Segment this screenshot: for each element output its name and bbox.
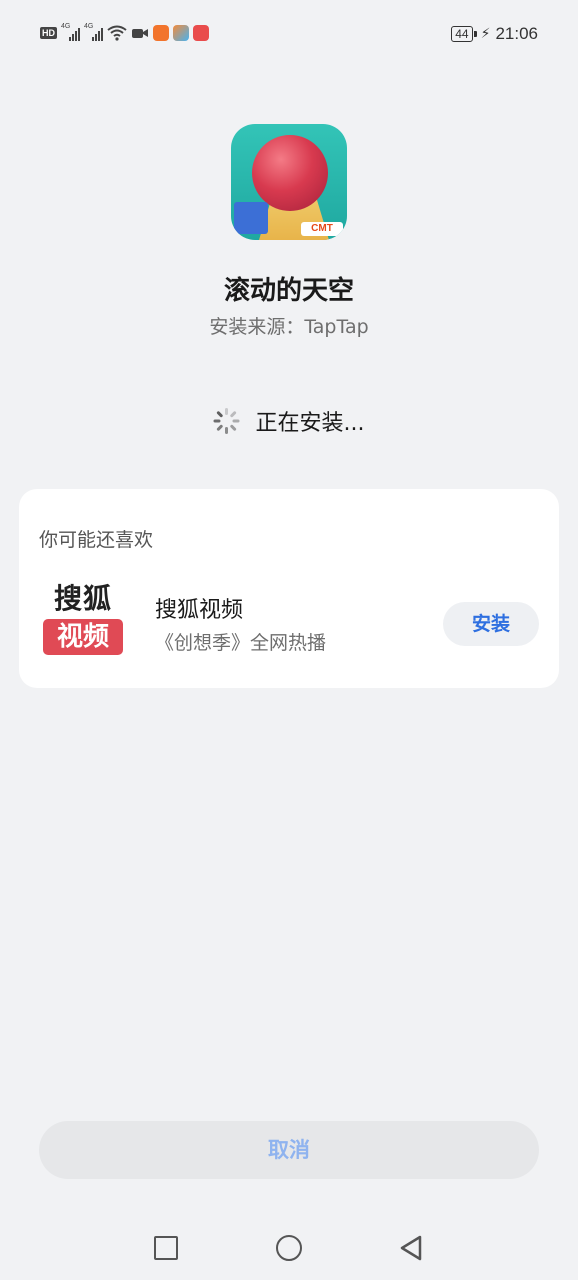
recent-apps-button-icon[interactable] xyxy=(154,1236,178,1260)
spinner-tick xyxy=(229,410,237,418)
loading-spinner-icon xyxy=(213,408,240,434)
spinner-tick xyxy=(213,419,220,423)
recommended-app-description: 《创想季》全网热播 xyxy=(155,632,327,654)
app-icon-badge xyxy=(234,202,268,234)
spinner-tick xyxy=(232,419,239,423)
notification-app-icon-3 xyxy=(193,25,209,41)
navigation-bar xyxy=(0,1220,578,1280)
signal-icon-2: 4G xyxy=(84,23,103,41)
battery-icon: 44 xyxy=(451,26,478,42)
sohu-icon-bottom-text: 视频 xyxy=(43,619,123,655)
hd-icon: HD xyxy=(40,27,57,39)
install-progress: 正在安装... xyxy=(0,405,578,437)
recommendation-card: 你可能还喜欢 搜狐 视频 搜狐视频 《创想季》全网热播 安装 xyxy=(19,489,559,688)
home-button-icon[interactable] xyxy=(276,1235,302,1261)
app-icon-ball xyxy=(252,135,328,211)
install-status-text: 正在安装... xyxy=(255,411,365,436)
clock: 21:06 xyxy=(495,24,538,43)
charging-icon: ⚡ xyxy=(480,26,491,42)
net-type-2: 4G xyxy=(84,23,94,30)
install-recommended-app-button[interactable]: 安装 xyxy=(443,602,539,646)
app-name: 滚动的天空 xyxy=(223,276,354,306)
status-right: 44 ⚡ 21:06 xyxy=(451,24,538,44)
spinner-tick xyxy=(224,408,228,415)
back-button-icon[interactable] xyxy=(398,1234,424,1262)
status-left: HD 4G 4G xyxy=(40,23,209,41)
cancel-button[interactable]: 取消 xyxy=(39,1121,539,1179)
spinner-tick xyxy=(215,424,223,432)
recommended-app-name[interactable]: 搜狐视频 xyxy=(155,592,243,624)
notification-app-icon-2 xyxy=(173,25,189,41)
signal-icon-1: 4G xyxy=(61,23,80,41)
sohu-video-app-icon[interactable]: 搜狐 视频 xyxy=(43,583,123,665)
video-camera-icon xyxy=(132,29,148,38)
recommendation-title: 你可能还喜欢 xyxy=(39,529,154,551)
app-icon: CMT xyxy=(231,124,347,240)
app-icon-logo: CMT xyxy=(301,222,343,236)
notification-app-icon-1 xyxy=(153,25,169,41)
spinner-tick xyxy=(224,427,228,434)
net-type-1: 4G xyxy=(61,23,71,30)
wifi-icon xyxy=(107,25,127,41)
sohu-icon-top-text: 搜狐 xyxy=(53,582,112,615)
spinner-tick xyxy=(229,424,237,432)
spinner-tick xyxy=(215,410,223,418)
install-source: 安装来源：TapTap xyxy=(209,316,369,338)
status-bar: HD 4G 4G 44 ⚡ 21:06 xyxy=(0,0,578,70)
